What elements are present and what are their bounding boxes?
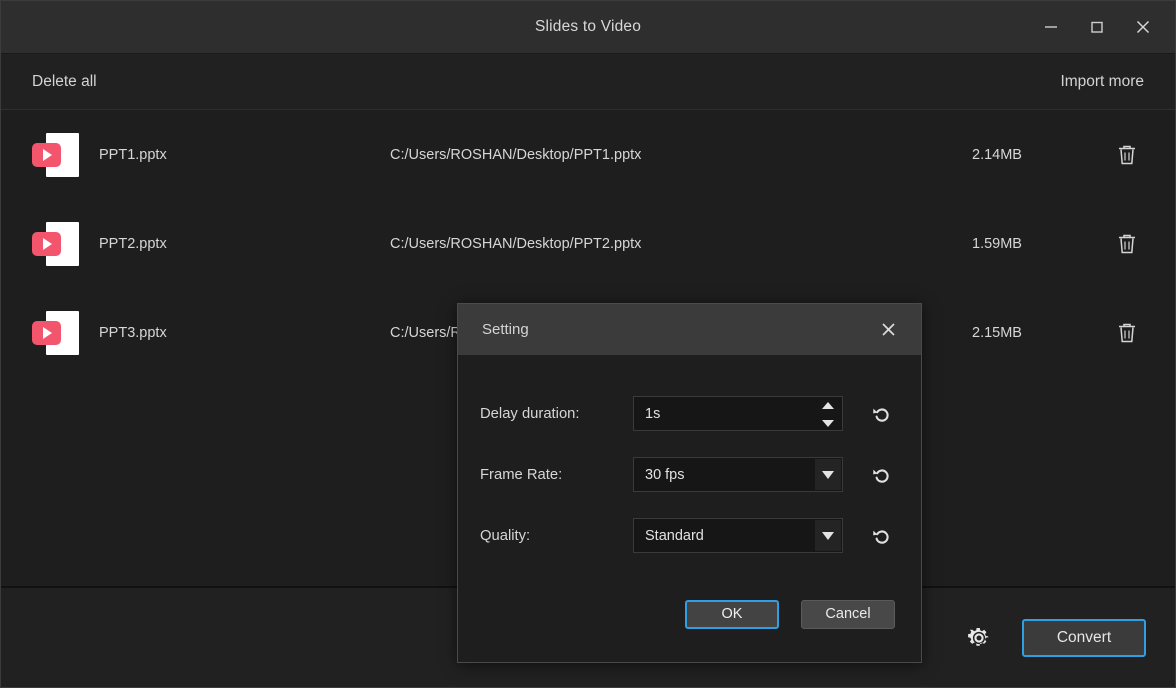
close-icon [881,323,895,336]
file-size: 2.14MB [972,146,1022,163]
minimize-button[interactable] [1029,8,1073,46]
reset-delay-duration-button[interactable] [867,399,897,429]
stepper-up-icon[interactable] [821,402,834,409]
window-controls [1029,1,1165,53]
reset-quality-button[interactable] [867,521,897,551]
frame-rate-row: Frame Rate: 30 fps [458,444,921,505]
quality-row: Quality: Standard [458,505,921,566]
reset-icon [873,529,889,544]
reset-frame-rate-button[interactable] [867,460,897,490]
delay-duration-value: 1s [645,405,661,422]
import-more-button[interactable]: Import more [1060,73,1144,91]
frame-rate-select[interactable]: 30 fps [633,457,843,492]
dialog-body: Delay duration: 1s Frame Rate: 30 fps Qu… [458,355,921,662]
table-row[interactable]: P PPT1.pptx C:/Users/ROSHAN/Desktop/PPT1… [1,110,1175,199]
dialog-close-button[interactable] [873,315,903,345]
file-name: PPT1.pptx [99,146,167,163]
settings-button[interactable] [962,621,996,655]
trash-icon [1119,234,1135,253]
powerpoint-file-icon: P [32,132,80,177]
file-name: PPT2.pptx [99,235,167,252]
dialog-title: Setting [482,321,529,338]
delete-file-button[interactable] [1113,141,1141,169]
delay-duration-label: Delay duration: [480,405,580,422]
setting-dialog: Setting Delay duration: 1s Frame Rate: 3… [457,303,922,663]
quality-label: Quality: [480,527,531,544]
frame-rate-value: 30 fps [645,466,685,483]
delete-all-button[interactable]: Delete all [32,73,97,91]
close-icon [1136,20,1150,34]
dialog-footer: OK Cancel [458,566,921,662]
delay-duration-row: Delay duration: 1s [458,383,921,444]
reset-icon [873,468,889,483]
window-title: Slides to Video [534,18,642,35]
delay-duration-input[interactable]: 1s [633,396,843,431]
trash-icon [1119,145,1135,164]
cancel-button[interactable]: Cancel [801,599,895,629]
ok-button[interactable]: OK [685,599,779,629]
stepper-down-icon[interactable] [821,420,834,427]
frame-rate-label: Frame Rate: [480,466,563,483]
reset-icon [873,407,889,422]
file-size: 2.15MB [972,324,1022,341]
convert-button[interactable]: Convert [1022,618,1146,657]
file-path: C:/Users/ROSHAN/Desktop/PPT2.pptx [390,235,642,252]
powerpoint-file-icon: P [32,310,80,355]
delay-duration-stepper[interactable] [819,400,836,429]
maximize-button[interactable] [1075,8,1119,46]
toolbar: Delete all Import more [1,54,1175,110]
quality-value: Standard [645,527,704,544]
delete-file-button[interactable] [1113,230,1141,258]
minimize-icon [1045,26,1057,28]
file-path: C:/Users/ROSHAN/Desktop/PPT1.pptx [390,146,642,163]
trash-icon [1119,323,1135,342]
maximize-icon [1091,21,1103,33]
quality-select[interactable]: Standard [633,518,843,553]
delete-file-button[interactable] [1113,319,1141,347]
slides-to-video-window: Slides to Video Delete all Import more P… [0,0,1176,688]
table-row[interactable]: P PPT2.pptx C:/Users/ROSHAN/Desktop/PPT2… [1,199,1175,288]
gear-icon [968,627,989,646]
file-size: 1.59MB [972,235,1022,252]
chevron-down-icon[interactable] [815,520,841,551]
file-name: PPT3.pptx [99,324,167,341]
chevron-down-icon[interactable] [815,459,841,490]
close-button[interactable] [1121,8,1165,46]
dialog-header: Setting [458,304,921,355]
powerpoint-file-icon: P [32,221,80,266]
title-bar: Slides to Video [1,1,1175,54]
